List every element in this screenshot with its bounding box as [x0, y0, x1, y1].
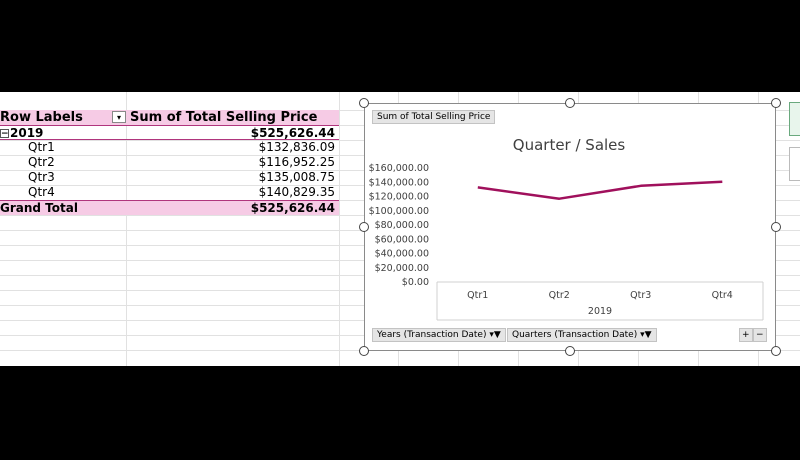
- filter-dropdown-icon[interactable]: ▾: [112, 111, 126, 123]
- resize-handle[interactable]: [359, 346, 369, 356]
- pivot-year-row[interactable]: −2019 $525,626.44: [0, 125, 339, 140]
- year-label-cell: −2019: [0, 126, 43, 141]
- quarters-field-button[interactable]: Quarters (Transaction Date) ▾▼: [507, 328, 657, 342]
- y-tick-label: $100,000.00: [369, 206, 429, 217]
- y-tick-label: $60,000.00: [375, 234, 429, 245]
- year-total-value: $525,626.44: [250, 126, 335, 140]
- year-label: 2019: [10, 126, 44, 140]
- y-tick-label: $20,000.00: [375, 263, 429, 274]
- resize-handle[interactable]: [359, 222, 369, 232]
- x-tick-label: Qtr4: [712, 290, 733, 301]
- row-labels-header[interactable]: Row Labels: [0, 110, 83, 125]
- grand-total-value: $525,626.44: [250, 201, 335, 215]
- y-tick-label: $80,000.00: [375, 220, 429, 231]
- quarter-value: $132,836.09: [258, 140, 335, 154]
- pivot-grand-total-row[interactable]: Grand Total $525,626.44: [0, 200, 339, 215]
- quarter-value: $116,952.25: [258, 155, 335, 169]
- quarter-label: Qtr1: [28, 140, 55, 154]
- resize-handle[interactable]: [771, 98, 781, 108]
- pivot-header-row: Row Labels ▾ Sum of Total Selling Price: [0, 110, 339, 125]
- chart-styles-button[interactable]: [789, 147, 800, 181]
- pivot-quarter-row[interactable]: Qtr3 $135,008.75: [0, 170, 339, 185]
- years-field-label: Years (Transaction Date): [377, 330, 487, 340]
- y-axis: $0.00 $20,000.00 $40,000.00 $60,000.00 $80,0…: [369, 163, 429, 288]
- x-tick-label: Qtr3: [630, 290, 651, 301]
- resize-handle[interactable]: [771, 222, 781, 232]
- y-tick-label: $140,000.00: [369, 177, 429, 188]
- x-tick-label: Qtr2: [549, 290, 570, 301]
- y-tick-label: $0.00: [402, 277, 429, 288]
- resize-handle[interactable]: [565, 98, 575, 108]
- x-group-label: 2019: [588, 306, 612, 317]
- quarter-label: Qtr2: [28, 155, 55, 169]
- quarter-label: Qtr3: [28, 170, 55, 184]
- x-axis: Qtr1 Qtr2 Qtr3 Qtr4 2019: [436, 281, 764, 321]
- resize-handle[interactable]: [565, 346, 575, 356]
- quarter-value: $140,829.35: [258, 185, 335, 199]
- quarter-value: $135,008.75: [258, 170, 335, 184]
- filter-dropdown-icon: ▾▼: [489, 330, 501, 340]
- pivot-chart[interactable]: Sum of Total Selling Price Quarter / Sal…: [364, 103, 776, 351]
- x-tick-label: Qtr1: [467, 290, 488, 301]
- quarter-label: Qtr4: [28, 185, 55, 199]
- value-field-header[interactable]: Sum of Total Selling Price: [130, 110, 317, 125]
- chart-title[interactable]: Quarter / Sales: [513, 136, 626, 154]
- chart-plot: Quarter / Sales $0.00 $20,000.00 $40,000.0…: [369, 136, 764, 321]
- filter-dropdown-icon: ▾▼: [640, 330, 652, 340]
- y-tick-label: $160,000.00: [369, 163, 429, 174]
- grand-total-label: Grand Total: [0, 201, 78, 215]
- y-tick-label: $120,000.00: [369, 192, 429, 203]
- years-field-button[interactable]: Years (Transaction Date) ▾▼: [372, 328, 506, 342]
- collapse-field-button[interactable]: −: [753, 328, 767, 342]
- expand-field-button[interactable]: +: [739, 328, 753, 342]
- resize-handle[interactable]: [359, 98, 369, 108]
- collapse-icon[interactable]: −: [0, 129, 9, 139]
- column-divider: [339, 92, 340, 366]
- pivot-quarter-row[interactable]: Qtr2 $116,952.25: [0, 155, 339, 170]
- quarters-field-label: Quarters (Transaction Date): [512, 330, 638, 340]
- chart-elements-button[interactable]: [789, 102, 800, 136]
- pivot-quarter-row[interactable]: Qtr4 $140,829.35: [0, 185, 339, 200]
- series-line[interactable]: [477, 180, 723, 200]
- resize-handle[interactable]: [771, 346, 781, 356]
- pivot-quarter-row[interactable]: Qtr1 $132,836.09: [0, 140, 339, 155]
- y-tick-label: $40,000.00: [375, 249, 429, 260]
